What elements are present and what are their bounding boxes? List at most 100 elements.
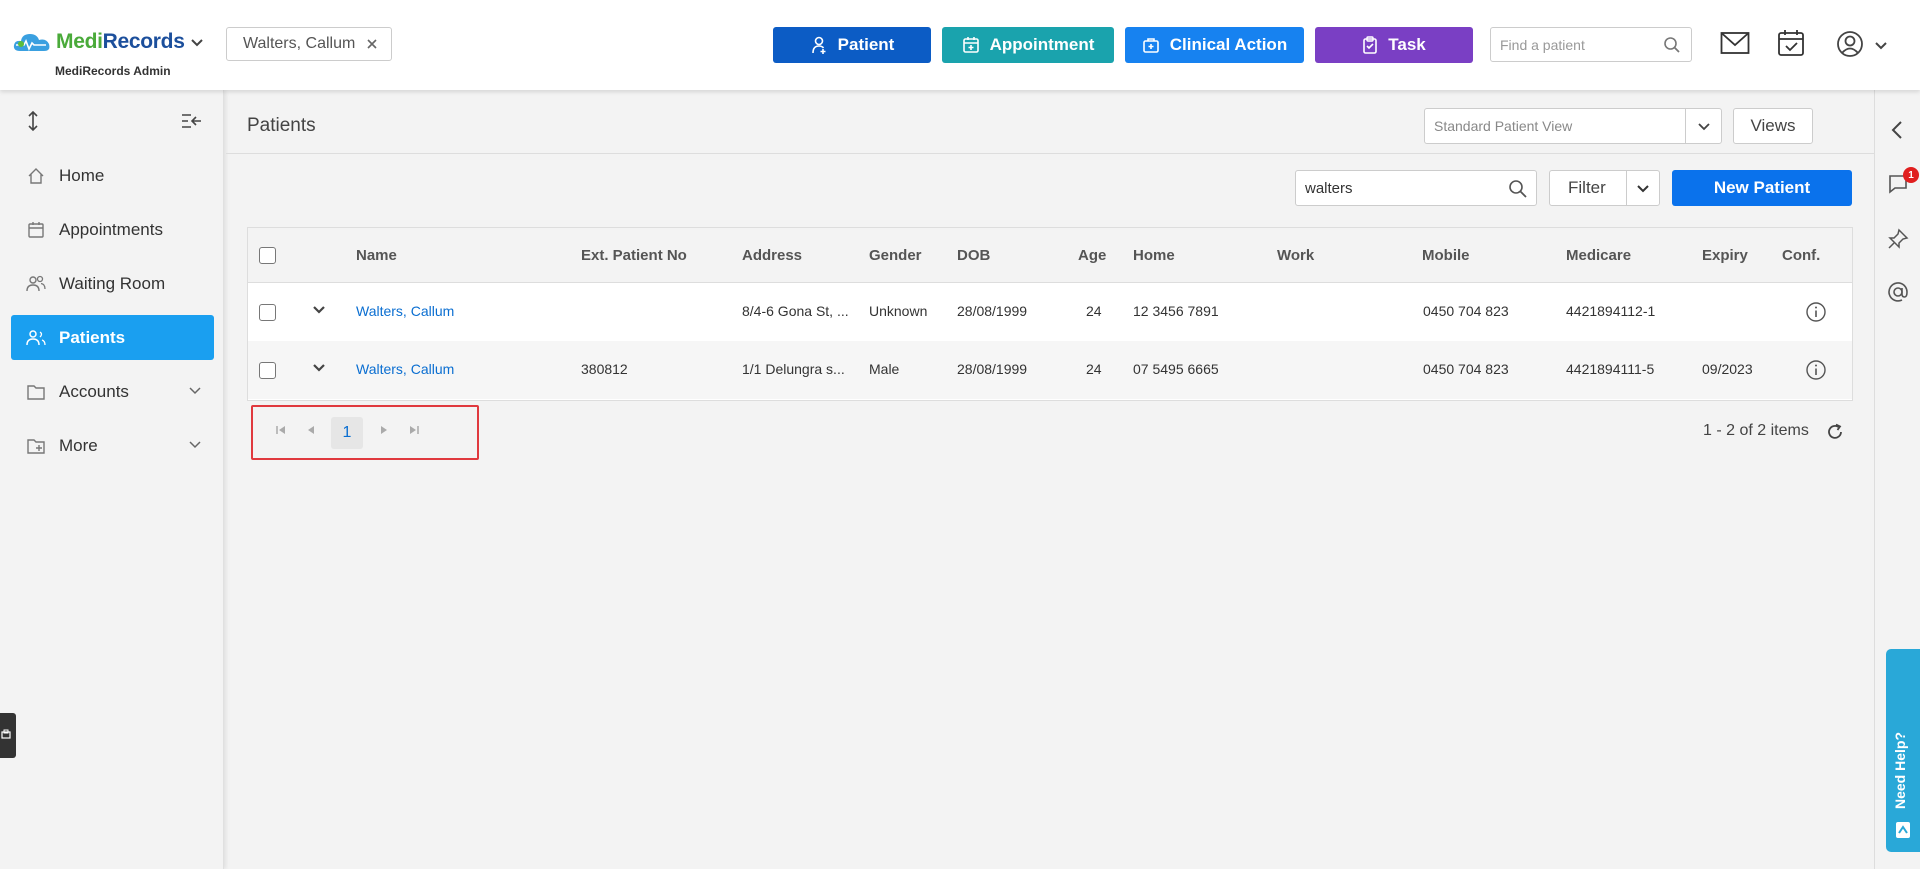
- app-logo[interactable]: MediRecords: [12, 30, 185, 54]
- mail-icon[interactable]: [1720, 30, 1750, 56]
- user-avatar-icon[interactable]: [1836, 30, 1864, 58]
- column-header[interactable]: Conf.: [1782, 247, 1820, 264]
- at-sign-icon[interactable]: [1887, 281, 1909, 303]
- row-checkbox[interactable]: [259, 362, 276, 379]
- sidebar: Home Appointments Waiting Room Patients …: [0, 90, 224, 869]
- search-icon[interactable]: [1663, 36, 1681, 54]
- column-header[interactable]: Medicare: [1566, 247, 1631, 264]
- open-patient-tab[interactable]: Walters, Callum: [226, 27, 392, 61]
- patient-name-link[interactable]: Walters, Callum: [356, 303, 454, 319]
- info-icon[interactable]: [1805, 359, 1827, 381]
- chevron-down-icon[interactable]: [188, 440, 202, 449]
- home-phone-cell: 12 3456 7891: [1133, 303, 1219, 319]
- next-page-icon[interactable]: [378, 424, 390, 436]
- need-help-tab[interactable]: Need Help?: [1886, 649, 1920, 852]
- patient-search-input[interactable]: walters: [1295, 170, 1537, 206]
- dob-cell: 28/08/1999: [957, 303, 1028, 319]
- new-patient-action-button[interactable]: Patient: [773, 27, 931, 63]
- patient-view-select[interactable]: Standard Patient View: [1424, 108, 1722, 144]
- medicare-cell: 4421894111-5: [1566, 361, 1655, 377]
- find-patient-placeholder: Find a patient: [1500, 36, 1585, 53]
- column-header[interactable]: Age: [1078, 247, 1106, 264]
- column-header[interactable]: DOB: [957, 247, 990, 264]
- home-phone-cell: 07 5495 6665: [1133, 361, 1219, 377]
- divider: [226, 153, 1874, 154]
- find-patient-input[interactable]: Find a patient: [1490, 27, 1692, 62]
- sidebar-item-label: Waiting Room: [59, 273, 166, 293]
- pin-icon[interactable]: [1887, 228, 1909, 250]
- chevron-down-icon[interactable]: [312, 305, 326, 315]
- sidebar-item-waiting-room[interactable]: Waiting Room: [11, 261, 214, 306]
- close-icon[interactable]: [365, 37, 379, 51]
- prev-page-icon[interactable]: [305, 424, 317, 436]
- new-appointment-button[interactable]: Appointment: [942, 27, 1114, 63]
- first-page-icon[interactable]: [275, 424, 287, 436]
- sidebar-item-label: Appointments: [59, 219, 163, 239]
- select-all-checkbox[interactable]: [259, 247, 276, 264]
- folder-icon: [25, 384, 47, 400]
- table-row[interactable]: Walters, Callum 8/4-6 Gona St, ... Unkno…: [248, 283, 1852, 341]
- column-header[interactable]: Home: [1133, 247, 1175, 264]
- ext-patient-no: 380812: [581, 361, 628, 377]
- chevron-down-icon[interactable]: [312, 363, 326, 373]
- mobile-cell: 0450 704 823: [1423, 361, 1509, 377]
- calendar-check-icon[interactable]: [1777, 29, 1805, 57]
- collapse-sidebar-icon[interactable]: [181, 113, 203, 129]
- views-button[interactable]: Views: [1733, 108, 1813, 144]
- appointment-button-label: Appointment: [989, 35, 1095, 54]
- notification-badge: 1: [1903, 167, 1919, 183]
- clipboard-icon: [1363, 36, 1378, 54]
- top-bar: MediRecords MediRecords Admin Walters, C…: [0, 0, 1920, 90]
- age-cell: 24: [1086, 303, 1102, 319]
- filter-button[interactable]: Filter: [1549, 170, 1660, 206]
- column-header[interactable]: Work: [1277, 247, 1314, 264]
- view-select-dropdown[interactable]: [1685, 109, 1721, 143]
- filter-dropdown[interactable]: [1626, 171, 1659, 205]
- new-patient-button[interactable]: New Patient: [1672, 170, 1852, 206]
- chevron-down-icon[interactable]: [1874, 41, 1888, 50]
- patient-name-link[interactable]: Walters, Callum: [356, 361, 454, 377]
- filter-button-label: Filter: [1568, 178, 1606, 197]
- new-task-button[interactable]: Task: [1315, 27, 1473, 63]
- person-icon: [25, 329, 47, 347]
- sidebar-item-more[interactable]: More: [11, 423, 214, 468]
- sidebar-item-home[interactable]: Home: [11, 153, 214, 198]
- column-header[interactable]: Address: [742, 247, 802, 264]
- chevron-down-icon[interactable]: [188, 386, 202, 395]
- dob-cell: 28/08/1999: [957, 361, 1028, 377]
- sidebar-item-accounts[interactable]: Accounts: [11, 369, 214, 414]
- sidebar-item-label: Patients: [59, 327, 126, 347]
- sidebar-item-patients[interactable]: Patients: [11, 315, 214, 360]
- table-row[interactable]: Walters, Callum 380812 1/1 Delungra s...…: [248, 341, 1852, 399]
- chevron-down-icon[interactable]: [190, 38, 204, 48]
- column-header[interactable]: Mobile: [1422, 247, 1470, 264]
- expand-vertical-icon[interactable]: [26, 110, 40, 132]
- column-header[interactable]: Name: [356, 247, 397, 264]
- sidebar-item-label: Home: [59, 165, 105, 185]
- age-cell: 24: [1086, 361, 1102, 377]
- last-page-icon[interactable]: [408, 424, 420, 436]
- medical-bag-icon: [1142, 38, 1159, 53]
- calendar-plus-icon: [962, 37, 979, 53]
- refresh-icon[interactable]: [1826, 423, 1844, 441]
- column-header[interactable]: Ext. Patient No: [581, 247, 687, 264]
- current-page-button[interactable]: 1: [331, 417, 363, 449]
- clinical-action-button[interactable]: Clinical Action: [1125, 27, 1304, 63]
- column-header[interactable]: Expiry: [1702, 247, 1748, 264]
- sidebar-tools: [0, 110, 224, 140]
- print-icon: [1, 729, 11, 739]
- column-header[interactable]: Gender: [869, 247, 922, 264]
- left-edge-tab[interactable]: [0, 713, 16, 758]
- need-help-label: Need Help?: [1892, 731, 1908, 809]
- calendar-icon: [25, 221, 47, 239]
- search-icon[interactable]: [1508, 179, 1528, 199]
- chevron-down-icon: [1697, 122, 1710, 130]
- info-icon[interactable]: [1805, 301, 1827, 323]
- sidebar-item-label: More: [59, 435, 98, 455]
- chevron-left-icon[interactable]: [1891, 120, 1903, 140]
- sidebar-item-appointments[interactable]: Appointments: [11, 207, 214, 252]
- row-checkbox[interactable]: [259, 304, 276, 321]
- page-title: Patients: [247, 115, 316, 136]
- folder-plus-icon: [25, 438, 47, 454]
- help-chat-icon: [1896, 822, 1910, 838]
